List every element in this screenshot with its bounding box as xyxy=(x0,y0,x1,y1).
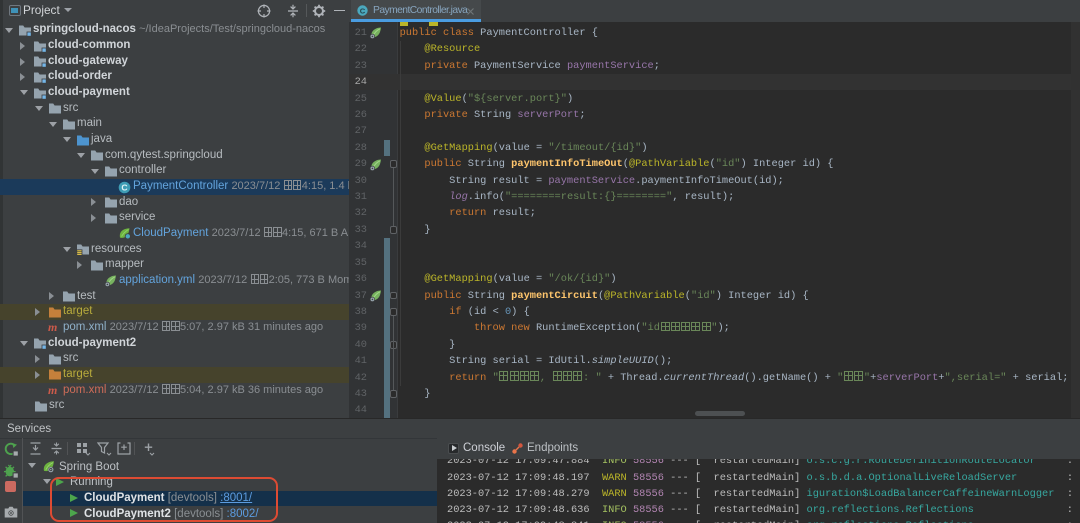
svg-text:C: C xyxy=(121,182,127,192)
svg-text:C: C xyxy=(360,6,366,15)
